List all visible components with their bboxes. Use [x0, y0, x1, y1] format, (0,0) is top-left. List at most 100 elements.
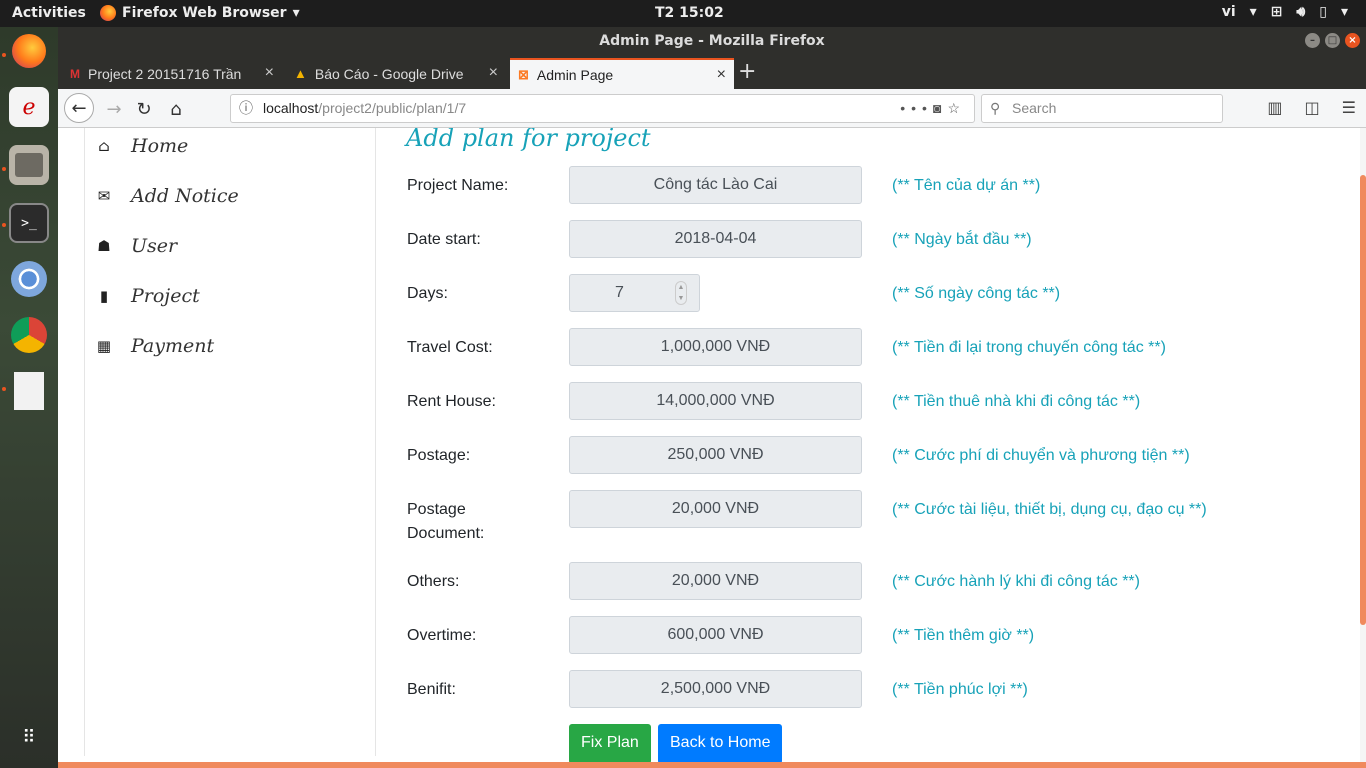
close-tab-icon[interactable]: × [489, 64, 498, 82]
field-label: Postage Document: [407, 501, 485, 542]
toolbar-icons: ▥ ◫ ☰ [1267, 98, 1356, 117]
library-icon[interactable]: ▥ [1267, 98, 1282, 117]
sidebar-item-label: Payment [131, 335, 215, 357]
back-button[interactable]: ← [64, 93, 94, 123]
search-placeholder: Search [1012, 100, 1057, 116]
clock[interactable]: T2 15:02 [655, 5, 724, 21]
sidebar-item-label: Home [131, 135, 189, 157]
close-tab-icon[interactable]: × [265, 64, 274, 82]
volume-icon[interactable]: 🔊︎ [1296, 4, 1305, 20]
page-actions[interactable]: •••◙☆ [900, 95, 966, 122]
reload-button[interactable]: ↻ [130, 95, 158, 123]
sidebar-item-add-notice[interactable]: ✉ Add Notice [95, 185, 239, 207]
app-menu[interactable]: Firefox Web Browser ▾ [100, 5, 300, 21]
benifit-field[interactable]: 2,500,000 VNĐ [569, 670, 862, 708]
sidebar-item-payment[interactable]: ▦ Payment [95, 335, 214, 357]
field-label: Project Name: [407, 177, 509, 194]
forward-button[interactable]: → [100, 95, 128, 123]
search-icon: ⚲ [990, 100, 1001, 116]
sidebar-item-project[interactable]: ▮ Project [95, 285, 200, 307]
battery-icon[interactable]: ▯ [1319, 4, 1327, 20]
system-top-bar: Activities Firefox Web Browser ▾ T2 15:02… [0, 0, 1366, 27]
show-apps-icon[interactable]: ⠿ [9, 717, 49, 757]
tab-gmail[interactable]: M Project 2 20151716 Trần × [62, 58, 282, 89]
overtime-field[interactable]: 600,000 VNĐ [569, 616, 862, 654]
main-content: Add plan for project Project Name: Công … [376, 128, 1366, 768]
field-label: Benifit: [407, 681, 456, 698]
field-hint: (** Tiền phúc lợi **) [892, 681, 1028, 698]
terminal-launcher-icon[interactable]: >_ [9, 203, 49, 243]
field-label: Postage: [407, 447, 471, 464]
home-button[interactable]: ⌂ [162, 95, 190, 123]
project-name-field[interactable]: Công tác Lào Cai [569, 166, 862, 204]
document-launcher-icon[interactable] [9, 371, 49, 411]
page-viewport: ⌂ Home ✉ Add Notice ☗ User ▮ Project ▦ P… [58, 128, 1366, 768]
running-indicator [2, 223, 6, 227]
field-hint: (** Tiền thuê nhà khi đi công tác **) [892, 393, 1141, 410]
others-field[interactable]: 20,000 VNĐ [569, 562, 862, 600]
gmail-icon: M [70, 66, 80, 81]
field-label: Rent House: [407, 393, 496, 410]
close-icon[interactable]: × [1345, 33, 1360, 48]
hamburger-menu-icon[interactable]: ☰ [1342, 98, 1356, 117]
more-actions-icon[interactable]: ••• [900, 100, 933, 116]
back-to-home-button[interactable]: Back to Home [658, 724, 783, 764]
minimize-icon[interactable]: – [1305, 33, 1320, 48]
postage-field[interactable]: 250,000 VNĐ [569, 436, 862, 474]
days-stepper[interactable]: 7 ▲ ▼ [569, 274, 700, 312]
running-indicator [2, 387, 6, 391]
tab-label: Project 2 20151716 Trần [88, 65, 242, 82]
sidebar-item-user[interactable]: ☗ User [95, 235, 177, 257]
tab-drive[interactable]: ▲ Báo Cáo - Google Drive × [286, 58, 506, 89]
language-indicator[interactable]: vi [1222, 4, 1236, 20]
field-hint: (** Tên của dự án **) [892, 177, 1041, 194]
url-host: localhost [263, 100, 319, 116]
field-hint: (** Cước hành lý khi đi công tác **) [892, 573, 1140, 590]
firefox-launcher-icon[interactable] [9, 31, 49, 71]
window-title: Admin Page - Mozilla Firefox [599, 33, 825, 49]
sidebar-toggle-icon[interactable]: ◫ [1305, 98, 1320, 117]
new-tab-button[interactable]: + [738, 59, 756, 84]
field-label: Travel Cost: [407, 339, 493, 356]
fix-plan-button[interactable]: Fix Plan [569, 724, 651, 764]
chevron-down-icon: ▾ [1249, 4, 1257, 20]
window-controls: – □ × [1305, 33, 1360, 48]
home-icon: ⌂ [98, 137, 110, 155]
url-bar[interactable]: ⓘ localhost/project2/public/plan/1/7 •••… [230, 94, 975, 123]
drive-icon: ▲ [294, 66, 307, 81]
network-icon[interactable]: ⊞ [1271, 4, 1283, 20]
pocket-icon[interactable]: ◙ [933, 100, 947, 116]
tab-strip: M Project 2 20151716 Trần × ▲ Báo Cáo - … [58, 55, 1366, 89]
close-tab-icon[interactable]: × [717, 66, 726, 84]
search-input[interactable]: ⚲ Search [981, 94, 1223, 123]
spinner-arrows-icon[interactable]: ▲ ▼ [675, 281, 687, 305]
admin-sidebar: ⌂ Home ✉ Add Notice ☗ User ▮ Project ▦ P… [84, 128, 376, 756]
user-secret-icon: ☗ [97, 237, 111, 255]
date-start-field[interactable]: 2018-04-04 [569, 220, 862, 258]
running-indicator [2, 53, 6, 57]
rent-house-field[interactable]: 14,000,000 VNĐ [569, 382, 862, 420]
chromium-launcher-icon[interactable] [9, 259, 49, 299]
postage-document-field[interactable]: 20,000 VNĐ [569, 490, 862, 528]
files-launcher-icon[interactable] [9, 145, 49, 185]
book-icon: ▮ [99, 287, 109, 305]
sidebar-item-home[interactable]: ⌂ Home [95, 135, 188, 157]
info-icon[interactable]: ⓘ [239, 95, 253, 122]
app-menu-label: Firefox Web Browser [122, 5, 287, 21]
travel-cost-field[interactable]: 1,000,000 VNĐ [569, 328, 862, 366]
tab-admin-page[interactable]: ⊠ Admin Page × [510, 58, 734, 89]
libreoffice-launcher-icon[interactable]: ℯ [9, 87, 49, 127]
activities-button[interactable]: Activities [12, 5, 86, 21]
system-tray[interactable]: vi ▾ ⊞ 🔊︎ ▯ ▾ [1222, 4, 1348, 20]
chrome-launcher-icon[interactable] [9, 315, 49, 355]
maximize-icon[interactable]: □ [1325, 33, 1340, 48]
field-hint: (** Tiền đi lại trong chuyến công tác **… [892, 339, 1166, 356]
field-hint: (** Số ngày công tác **) [892, 285, 1061, 302]
window-titlebar[interactable]: Admin Page - Mozilla Firefox – □ × [58, 27, 1366, 55]
bookmark-star-icon[interactable]: ☆ [947, 100, 966, 116]
sidebar-item-label: Project [131, 285, 200, 307]
sidebar-item-label: Add Notice [131, 185, 239, 207]
field-label: Days: [407, 285, 448, 302]
field-label: Date start: [407, 231, 481, 248]
field-hint: (** Tiền thêm giờ **) [892, 627, 1035, 644]
